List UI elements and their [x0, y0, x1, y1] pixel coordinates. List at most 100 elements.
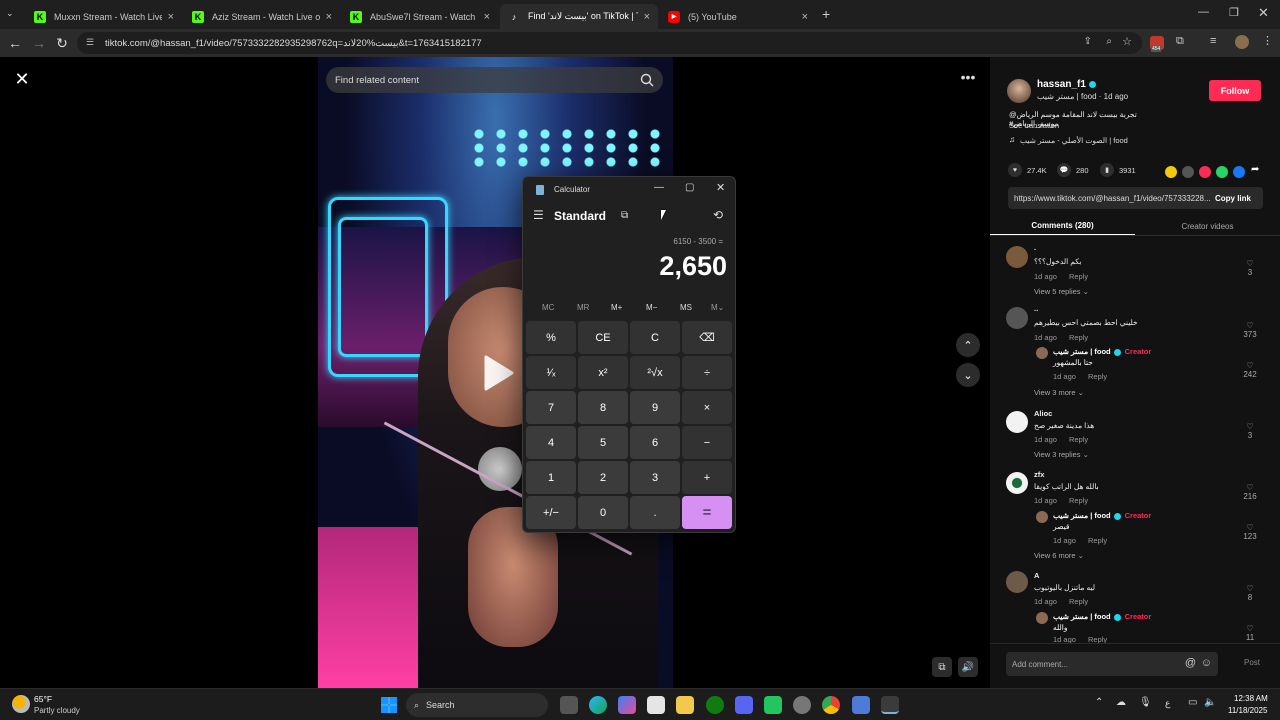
- reload-button[interactable]: ↻: [52, 33, 72, 53]
- memory-store-button[interactable]: MS: [680, 303, 692, 312]
- embed-icon[interactable]: [1182, 166, 1194, 178]
- reply-button[interactable]: Reply: [1069, 435, 1088, 444]
- memory-recall-button[interactable]: MR: [577, 303, 589, 312]
- reply-like[interactable]: ♡ 123: [1240, 523, 1260, 541]
- language-indicator[interactable]: ع: [1165, 698, 1170, 709]
- keep-on-top-icon[interactable]: ⧉: [621, 210, 628, 221]
- site-info-icon[interactable]: ☰: [86, 37, 94, 48]
- install-icon[interactable]: ⇪: [1084, 36, 1092, 47]
- copy-link-button[interactable]: Copy link: [1203, 187, 1263, 209]
- key-square-root-button[interactable]: ²√x: [630, 356, 680, 389]
- microphone-icon[interactable]: 🎙: [1139, 697, 1152, 708]
- tab-creator-videos[interactable]: Creator videos: [1135, 217, 1280, 235]
- weather-icon[interactable]: [12, 695, 30, 713]
- reply-button[interactable]: Reply: [1069, 496, 1088, 505]
- search-icon[interactable]: [639, 72, 655, 88]
- tab-abuswe7l[interactable]: K AbuSwe7l Stream - Watch Live ×: [342, 4, 498, 29]
- bookmark-star-icon[interactable]: ☆: [1122, 35, 1132, 48]
- related-content-search[interactable]: Find related content: [326, 67, 663, 93]
- close-tab-icon[interactable]: ×: [168, 11, 174, 23]
- reply-like[interactable]: ♡ 242: [1240, 361, 1260, 379]
- file-explorer-icon[interactable]: [676, 696, 694, 714]
- emoji-icon[interactable]: ☺: [1201, 657, 1212, 669]
- settings-icon[interactable]: [793, 696, 811, 714]
- view-replies-link[interactable]: View 3 replies ⌄: [1034, 450, 1089, 459]
- view-replies-link[interactable]: View 3 more ⌄: [1034, 388, 1084, 397]
- new-tab-button[interactable]: +: [822, 6, 830, 22]
- creator-username[interactable]: hassan_f1: [1037, 79, 1096, 90]
- video-link-field[interactable]: https://www.tiktok.com/@hassan_f1/video/…: [1008, 187, 1263, 209]
- comment-author[interactable]: zfx: [1034, 470, 1044, 479]
- whatsapp-icon[interactable]: [1216, 166, 1228, 178]
- chrome-icon[interactable]: [822, 696, 840, 714]
- tab-search-icon[interactable]: ⌄: [6, 8, 20, 22]
- key-3-button[interactable]: 3: [630, 461, 680, 494]
- key-divide-button[interactable]: ÷: [682, 356, 732, 389]
- follow-button[interactable]: Follow: [1209, 80, 1261, 101]
- avatar[interactable]: [1006, 307, 1028, 329]
- post-comment-button[interactable]: Post: [1244, 658, 1260, 667]
- reply-author[interactable]: مستر شيب | food Creator: [1053, 511, 1151, 520]
- comment-author[interactable]: ..: [1034, 304, 1038, 313]
- avatar[interactable]: [1006, 246, 1028, 268]
- reply-like[interactable]: ♡ 11: [1240, 624, 1260, 642]
- comment-like[interactable]: ♡ 3: [1240, 259, 1260, 277]
- comment-input[interactable]: Add comment... @ ☺: [1006, 652, 1218, 676]
- key-clear-entry-button[interactable]: CE: [578, 321, 628, 354]
- volume-icon[interactable]: 🔊: [958, 657, 978, 677]
- creator-avatar[interactable]: [1007, 79, 1031, 103]
- security-icon[interactable]: [852, 696, 870, 714]
- save-stat[interactable]: ▮ 3931: [1100, 163, 1136, 177]
- view-replies-link[interactable]: View 6 more ⌄: [1034, 551, 1084, 560]
- xbox-icon[interactable]: [706, 696, 724, 714]
- address-bar[interactable]: ☰ tiktok.com/@hassan_f1/video/7573332282…: [77, 32, 1142, 54]
- comment-like[interactable]: ♡ 216: [1240, 483, 1260, 501]
- pinterest-icon[interactable]: [1199, 166, 1211, 178]
- key-0-button[interactable]: 0: [578, 496, 628, 529]
- close-tab-icon[interactable]: ×: [326, 11, 332, 23]
- sound-link[interactable]: الصوت الأصلي - مستر شيب | food: [1020, 136, 1128, 145]
- comment-author[interactable]: A: [1034, 571, 1039, 580]
- key-1-button[interactable]: 1: [526, 461, 576, 494]
- key-2-button[interactable]: 2: [578, 461, 628, 494]
- tab-tiktok[interactable]: ♪ Find 'بيست لاند' on TikTok | TikTo ×: [500, 4, 658, 29]
- restore-window-button[interactable]: ❐: [1229, 6, 1239, 19]
- clock-time[interactable]: 12:38 AM: [1234, 694, 1268, 703]
- discord-icon[interactable]: [735, 696, 753, 714]
- floating-player-icon[interactable]: ⧉: [932, 657, 952, 677]
- navigation-menu-icon[interactable]: ☰: [533, 208, 544, 222]
- more-options-icon[interactable]: •••: [955, 69, 981, 89]
- calculator-maximize-button[interactable]: ▢: [685, 182, 694, 193]
- tab-youtube[interactable]: ▶ (5) YouTube ×: [660, 4, 816, 29]
- key-6-button[interactable]: 6: [630, 426, 680, 459]
- key-backspace-button[interactable]: ⌫: [682, 321, 732, 354]
- avatar[interactable]: [1036, 612, 1048, 624]
- comment-stat[interactable]: 💬 280: [1057, 163, 1089, 177]
- facebook-icon[interactable]: [1233, 166, 1245, 178]
- play-icon[interactable]: [484, 355, 514, 391]
- avatar[interactable]: [1006, 472, 1028, 494]
- key-8-button[interactable]: 8: [578, 391, 628, 424]
- calculator-minimize-button[interactable]: —: [654, 182, 664, 193]
- close-tab-icon[interactable]: ×: [802, 11, 808, 23]
- start-button[interactable]: [381, 697, 397, 713]
- network-icon[interactable]: ▭: [1188, 697, 1197, 708]
- calculator-taskbar-icon[interactable]: [881, 696, 899, 714]
- tab-muxxn[interactable]: K Muxxn Stream - Watch Live on ×: [26, 4, 182, 29]
- reading-list-icon[interactable]: ≡: [1210, 35, 1216, 47]
- minimize-window-button[interactable]: —: [1198, 6, 1209, 18]
- comment-like[interactable]: ♡ 8: [1240, 584, 1260, 602]
- comment-author[interactable]: .: [1034, 243, 1036, 252]
- comment-like[interactable]: ♡ 3: [1240, 422, 1260, 440]
- key-clear-button[interactable]: C: [630, 321, 680, 354]
- close-tab-icon[interactable]: ×: [644, 11, 650, 23]
- key-decimal-button[interactable]: .: [630, 496, 680, 529]
- key-7-button[interactable]: 7: [526, 391, 576, 424]
- previous-video-button[interactable]: ⌃: [956, 333, 980, 357]
- mention-icon[interactable]: @: [1185, 657, 1196, 669]
- comment-like[interactable]: ♡ 373: [1240, 321, 1260, 339]
- copilot-icon[interactable]: [618, 696, 636, 714]
- app-icon[interactable]: [764, 696, 782, 714]
- tray-overflow-icon[interactable]: ⌃: [1095, 697, 1103, 708]
- key-square-button[interactable]: x²: [578, 356, 628, 389]
